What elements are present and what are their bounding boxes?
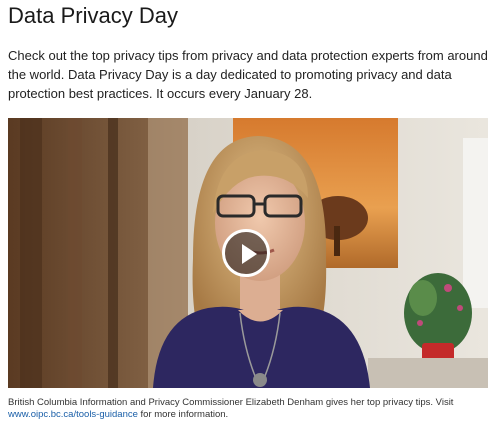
caption-text: British Columbia Information and Privacy… <box>8 397 454 408</box>
page-title: Data Privacy Day <box>8 3 178 28</box>
play-button[interactable] <box>222 229 270 277</box>
video-player[interactable] <box>8 118 488 388</box>
video-caption: British Columbia Information and Privacy… <box>8 397 492 421</box>
oipc-link[interactable]: www.oipc.bc.ca/tools-guidance <box>8 409 138 420</box>
caption-text-end: for more information. <box>137 409 229 420</box>
play-icon <box>242 244 257 264</box>
intro-paragraph: Check out the top privacy tips from priv… <box>8 48 488 101</box>
